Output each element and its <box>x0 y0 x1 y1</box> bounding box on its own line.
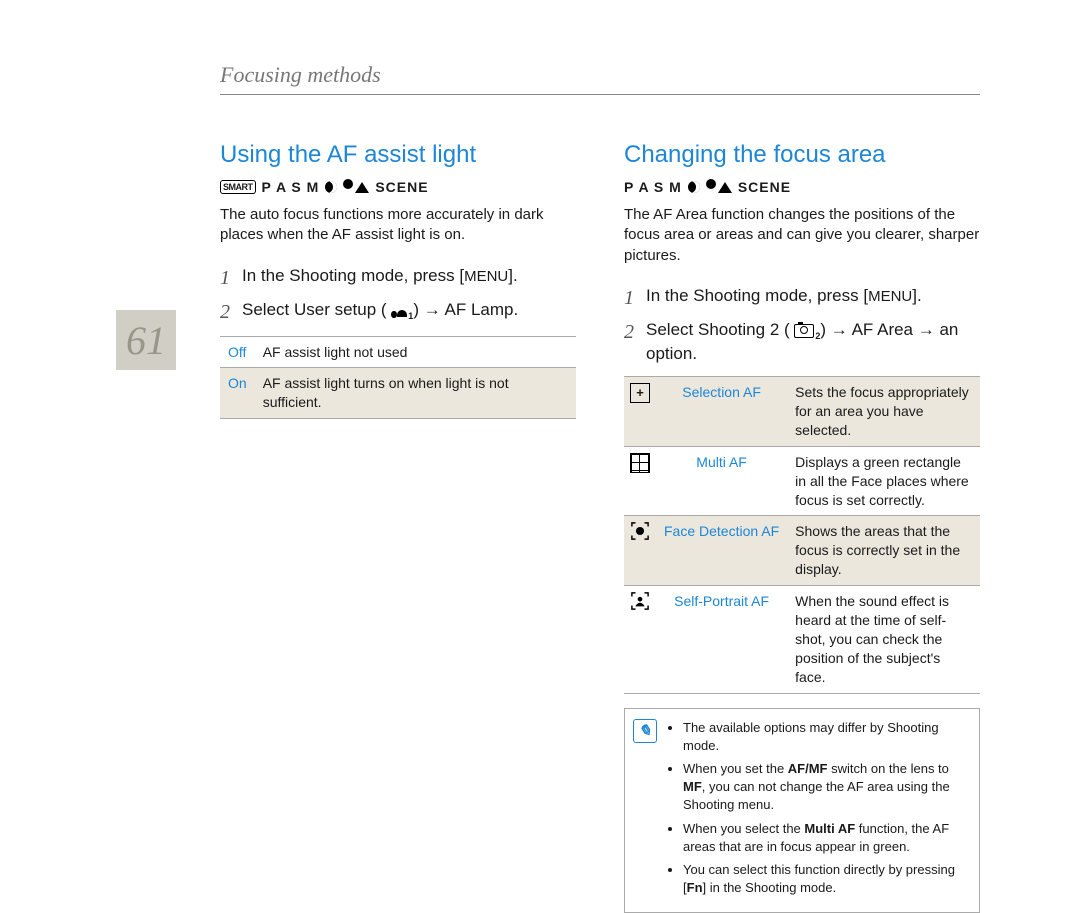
scene-label: SCENE <box>738 179 791 195</box>
step-1: 1 In the Shooting mode, press [MENU]. <box>624 284 980 312</box>
note-item: When you set the AF/MF switch on the len… <box>683 760 967 815</box>
left-column: Using the AF assist light SMART P A S M … <box>220 141 576 913</box>
section-header: Focusing methods <box>220 62 980 95</box>
note-item: You can select this function directly by… <box>683 861 967 897</box>
page-number: 61 <box>116 310 176 370</box>
table-row: Self-Portrait AF When the sound effect i… <box>624 586 980 693</box>
selection-af-icon <box>630 383 650 403</box>
note-item: When you select the Multi AF function, t… <box>683 820 967 856</box>
left-intro: The auto focus functions more accurately… <box>220 205 576 246</box>
multi-af-icon <box>630 453 650 473</box>
left-title: Using the AF assist light <box>220 141 576 169</box>
step-2: 2 Select User setup ( 1) → AF Lamp. <box>220 298 576 326</box>
night-portrait-icon <box>343 179 349 195</box>
af-area-table: Selection AF Sets the focus appropriatel… <box>624 376 980 693</box>
note-item: The available options may differ by Shoo… <box>683 719 967 755</box>
mode-letters: P A S M <box>624 179 682 195</box>
self-portrait-af-icon <box>631 592 649 610</box>
left-steps: 1 In the Shooting mode, press [MENU]. 2 … <box>220 264 576 326</box>
step-2: 2 Select Shooting 2 ( 2) → AF Area → an … <box>624 318 980 366</box>
face-detection-af-icon <box>631 522 649 540</box>
note-list: The available options may differ by Shoo… <box>667 719 967 903</box>
note-icon: ✎ <box>633 719 657 743</box>
landscape-icon <box>355 182 369 193</box>
table-row: Selection AF Sets the focus appropriatel… <box>624 377 980 447</box>
right-column: Changing the focus area P A S M SCENE Th… <box>624 141 980 913</box>
landscape-icon <box>718 182 732 193</box>
mode-row: P A S M SCENE <box>624 179 980 195</box>
night-portrait-icon <box>706 179 712 195</box>
table-row: Multi AF Displays a green rectangle in a… <box>624 446 980 516</box>
mode-row: SMART P A S M SCENE <box>220 179 576 195</box>
right-title: Changing the focus area <box>624 141 980 169</box>
table-row: Off AF assist light not used <box>220 336 576 368</box>
user-setup-icon <box>391 306 407 322</box>
night-icon <box>688 181 700 193</box>
right-intro: The AF Area function changes the positio… <box>624 205 980 266</box>
step-1: 1 In the Shooting mode, press [MENU]. <box>220 264 576 292</box>
camera-icon <box>794 324 814 338</box>
af-lamp-table: Off AF assist light not used On AF assis… <box>220 336 576 420</box>
table-row: On AF assist light turns on when light i… <box>220 368 576 419</box>
night-icon <box>325 181 337 193</box>
right-steps: 1 In the Shooting mode, press [MENU]. 2 … <box>624 284 980 366</box>
table-row: Face Detection AF Shows the areas that t… <box>624 516 980 586</box>
note-box: ✎ The available options may differ by Sh… <box>624 708 980 913</box>
mode-letters: P A S M <box>262 179 320 195</box>
scene-label: SCENE <box>375 179 428 195</box>
smart-icon: SMART <box>220 180 256 194</box>
